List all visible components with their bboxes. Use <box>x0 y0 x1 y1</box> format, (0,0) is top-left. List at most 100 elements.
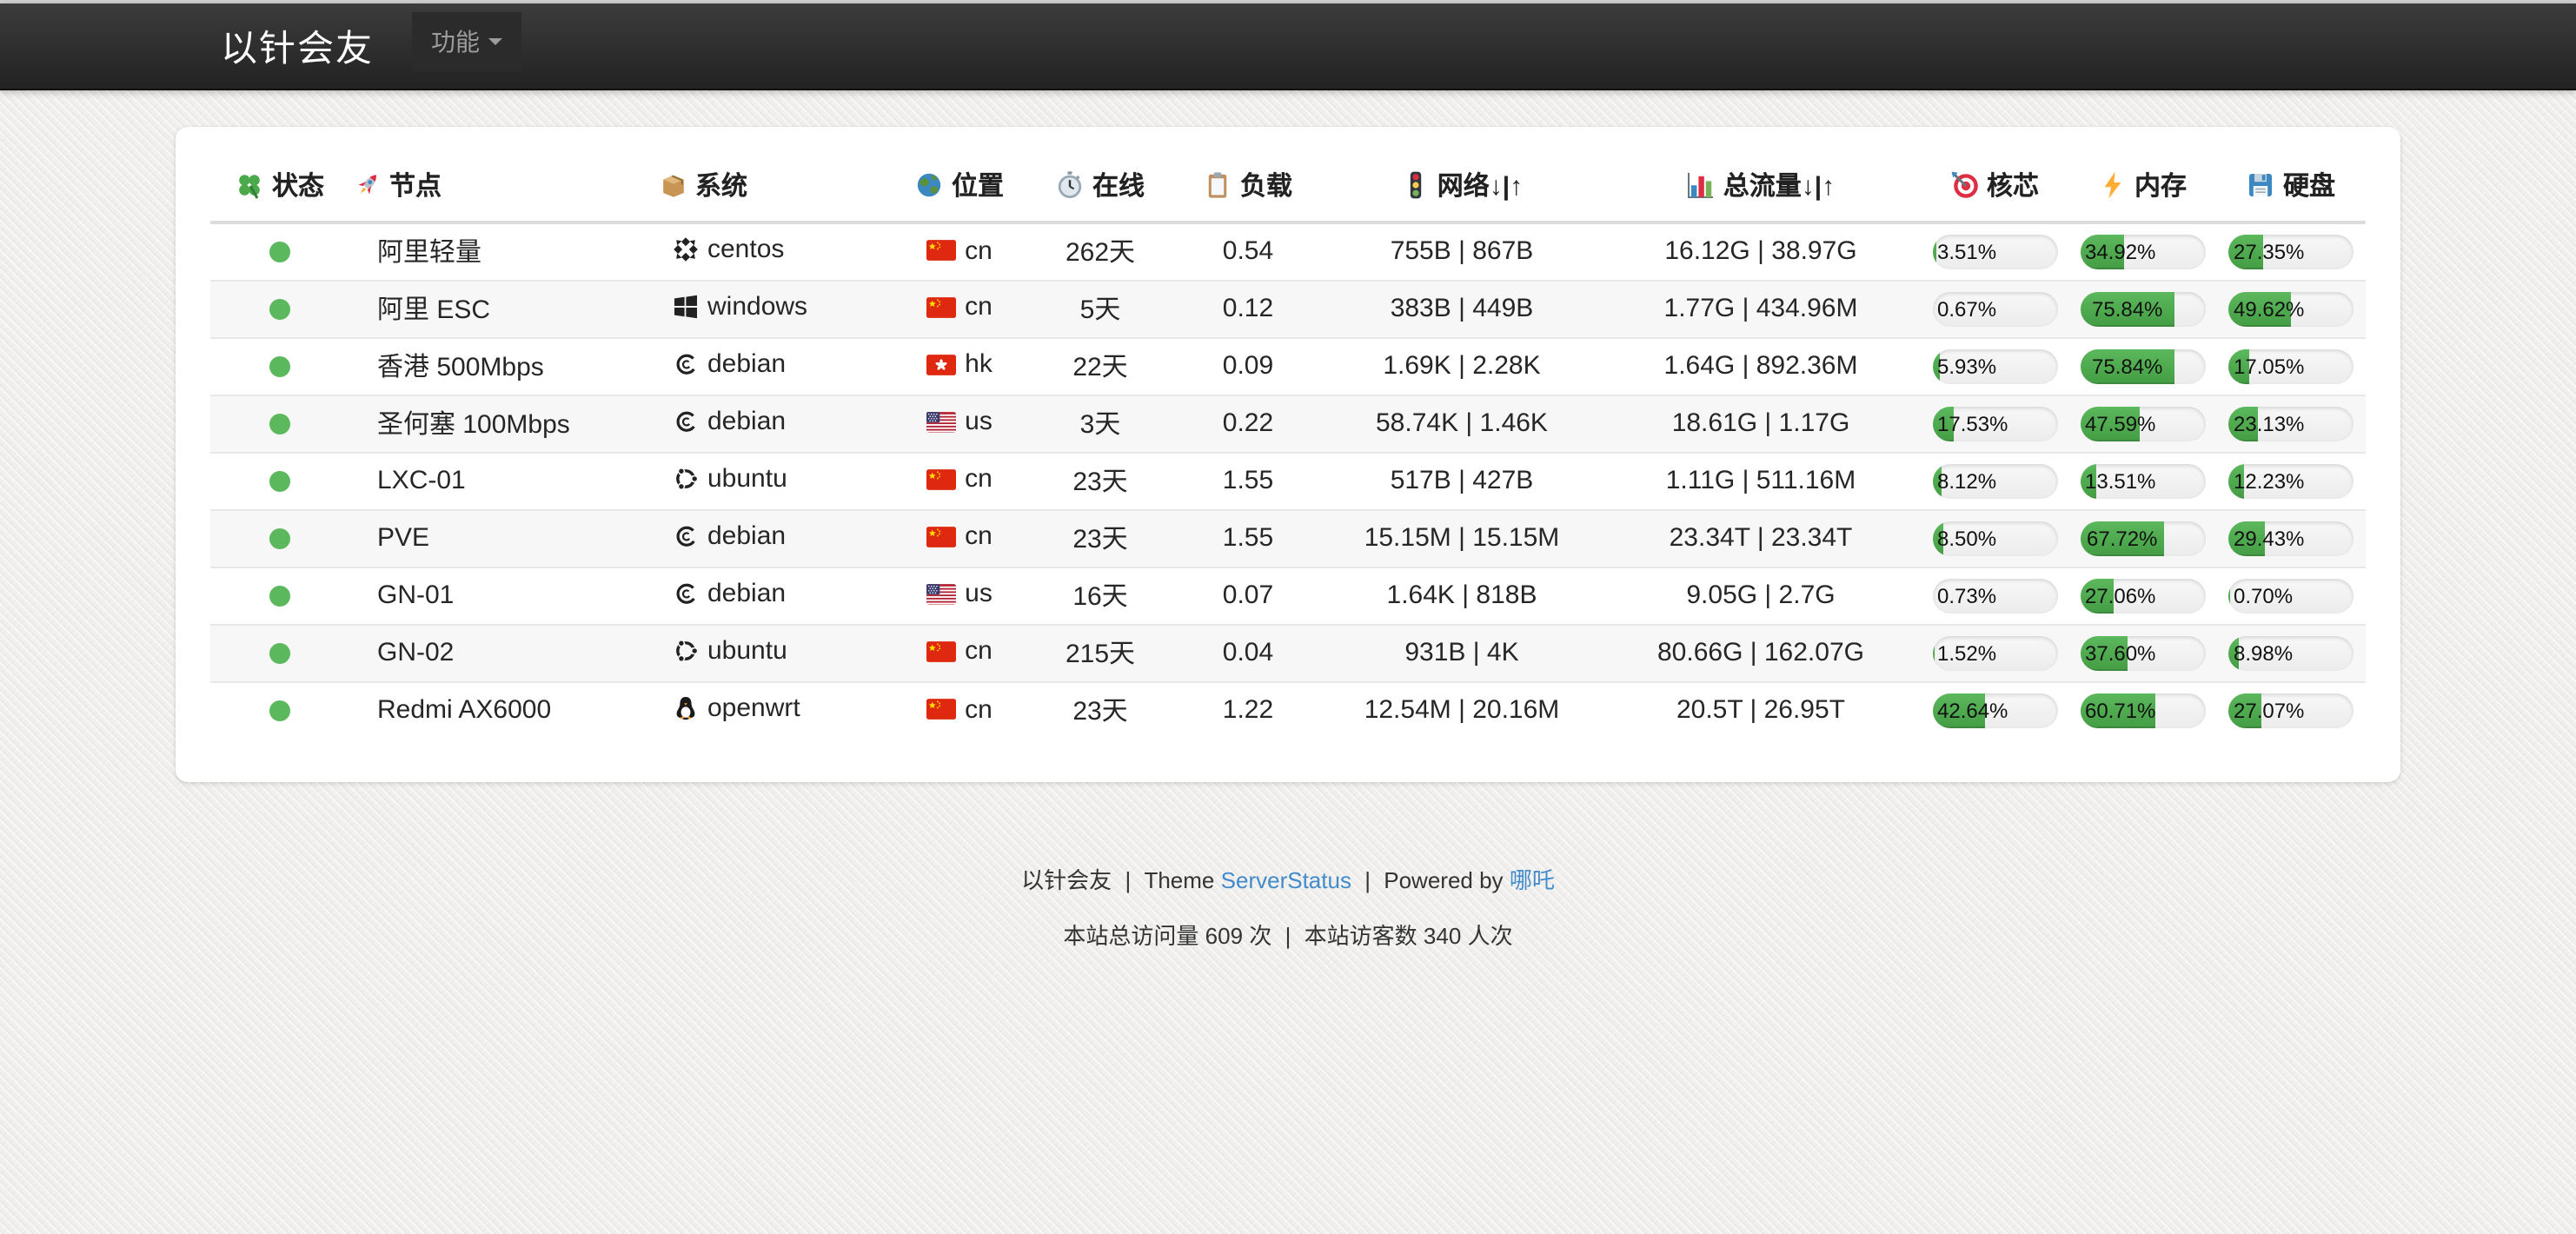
status-online-dot <box>269 701 290 722</box>
cpu-progress-bar: 8.12% <box>1932 463 2057 498</box>
total-traffic-value: 80.66G | 162.07G <box>1601 624 1921 681</box>
node-name: GN-01 <box>349 567 655 624</box>
disk-progress-bar: 0.70% <box>2228 578 2354 613</box>
cpu-progress-bar: 1.52% <box>1932 635 2057 670</box>
total-traffic-value: 1.77G | 434.96M <box>1601 280 1921 337</box>
floppy-icon <box>2247 170 2276 207</box>
uptime-value: 215天 <box>1027 624 1173 681</box>
status-online-dot <box>269 356 290 377</box>
column-header-label: 内存 <box>2134 172 2187 202</box>
country-code: cn <box>965 637 993 667</box>
cpu-percent: 42.64% <box>1937 693 2008 728</box>
total-traffic-value: 20.5T | 26.95T <box>1601 681 1921 739</box>
server-row: PVE debian cn 23天 1.55 15.15M | 15.15M 2… <box>210 509 2366 567</box>
uptime-value: 23天 <box>1027 681 1173 739</box>
memory-progress-bar: 60.71% <box>2080 693 2205 728</box>
servers-table: 状态节点系统位置在线负载网络↓|↑总流量↓|↑核芯内存硬盘 阿里轻量 cento… <box>210 151 2366 739</box>
theme-link[interactable]: ServerStatus <box>1221 867 1351 893</box>
globe-icon <box>915 170 945 207</box>
debian-os-icon <box>673 522 699 548</box>
total-traffic-value: 16.12G | 38.97G <box>1601 222 1921 280</box>
column-header-label: 核芯 <box>1987 172 2039 202</box>
hk-flag-icon <box>926 355 956 375</box>
cn-flag-icon <box>926 240 956 261</box>
openwrt-os-icon <box>673 695 699 721</box>
column-header-floppy: 硬盘 <box>2216 151 2366 222</box>
cpu-progress-bar: 3.51% <box>1932 235 2057 269</box>
disk-percent: 27.35% <box>2234 235 2304 269</box>
server-row: 阿里轻量 centos cn 262天 0.54 755B | 867B 16.… <box>210 222 2366 280</box>
memory-progress-bar: 75.84% <box>2080 348 2205 383</box>
column-header-globe: 位置 <box>892 151 1027 222</box>
server-row: GN-02 ubuntu cn 215天 0.04 931B | 4K 80.6… <box>210 624 2366 681</box>
clipboard-icon <box>1204 170 1233 207</box>
chevron-down-icon <box>488 37 502 44</box>
node-name: GN-02 <box>349 624 655 681</box>
uptime-value: 262天 <box>1027 222 1173 280</box>
visitors-count: 340 <box>1424 923 1461 949</box>
network-speed-value: 755B | 867B <box>1323 222 1601 280</box>
us-flag-icon <box>926 584 956 605</box>
os-name: debian <box>707 578 786 607</box>
cpu-percent: 5.93% <box>1937 348 1996 383</box>
cpu-percent: 0.67% <box>1937 291 1996 326</box>
load-value: 0.09 <box>1173 337 1323 395</box>
memory-percent: 60.71% <box>2085 693 2155 728</box>
server-row: GN-01 debian us 16天 0.07 1.64K | 818B 9.… <box>210 567 2366 624</box>
node-name: PVE <box>349 509 655 567</box>
navbar: 以针会友 功能 <box>0 3 2576 90</box>
zap-icon <box>2098 170 2128 207</box>
disk-percent: 17.05% <box>2234 348 2304 383</box>
cn-flag-icon <box>926 527 956 547</box>
load-value: 1.22 <box>1173 681 1323 739</box>
status-online-dot <box>269 528 290 549</box>
uptime-value: 16天 <box>1027 567 1173 624</box>
memory-percent: 34.92% <box>2085 235 2155 269</box>
disk-progress-bar: 17.05% <box>2228 348 2354 383</box>
status-online-dot <box>269 414 290 435</box>
uptime-value: 23天 <box>1027 452 1173 509</box>
uptime-value: 23天 <box>1027 509 1173 567</box>
memory-percent: 67.72% <box>2087 521 2157 555</box>
load-value: 0.12 <box>1173 280 1323 337</box>
network-speed-value: 15.15M | 15.15M <box>1323 509 1601 567</box>
memory-progress-bar: 67.72% <box>2080 521 2205 555</box>
disk-progress-bar: 8.98% <box>2228 635 2354 670</box>
servers-card: 状态节点系统位置在线负载网络↓|↑总流量↓|↑核芯内存硬盘 阿里轻量 cento… <box>176 127 2400 782</box>
memory-progress-bar: 34.92% <box>2080 235 2205 269</box>
disk-progress-bar: 12.23% <box>2228 463 2354 498</box>
cpu-percent: 17.53% <box>1937 406 2008 441</box>
site-brand[interactable]: 以针会友 <box>221 20 374 72</box>
disk-percent: 0.70% <box>2234 578 2293 613</box>
network-speed-value: 383B | 449B <box>1323 280 1601 337</box>
column-header-dart: 核芯 <box>1921 151 2068 222</box>
node-name: LXC-01 <box>349 452 655 509</box>
footer-credits: 以针会友 | Theme ServerStatus | Powered by 哪… <box>0 862 2576 895</box>
memory-percent: 47.59% <box>2085 406 2155 441</box>
column-header-clover: 状态 <box>210 151 349 222</box>
ubuntu-os-icon <box>673 465 699 491</box>
total-traffic-value: 1.11G | 511.16M <box>1601 452 1921 509</box>
network-speed-value: 931B | 4K <box>1323 624 1601 681</box>
column-header-label: 总流量↓|↑ <box>1723 172 1835 202</box>
debian-os-icon <box>673 408 699 434</box>
network-speed-value: 1.69K | 2.28K <box>1323 337 1601 395</box>
features-menu-label: 功能 <box>431 23 480 58</box>
country-code: cn <box>965 694 993 724</box>
country-code: hk <box>965 350 993 380</box>
column-header-label: 负载 <box>1240 172 1292 202</box>
node-name: 圣何塞 100Mbps <box>349 395 655 452</box>
bar-chart-icon <box>1687 170 1716 207</box>
server-row: 阿里 ESC windows cn 5天 0.12 383B | 449B 1.… <box>210 280 2366 337</box>
column-header-package: 系统 <box>655 151 892 222</box>
column-header-label: 位置 <box>952 172 1004 202</box>
memory-progress-bar: 47.59% <box>2080 406 2205 441</box>
powered-by-link[interactable]: 哪吒 <box>1510 867 1555 893</box>
country-code: cn <box>965 465 993 494</box>
status-online-dot <box>269 471 290 492</box>
features-menu[interactable]: 功能 <box>412 11 521 70</box>
footer-site-name: 以针会友 <box>1021 867 1112 893</box>
visits-count: 609 <box>1205 923 1243 949</box>
cpu-percent: 0.73% <box>1937 578 1996 613</box>
cpu-percent: 1.52% <box>1937 635 1996 670</box>
